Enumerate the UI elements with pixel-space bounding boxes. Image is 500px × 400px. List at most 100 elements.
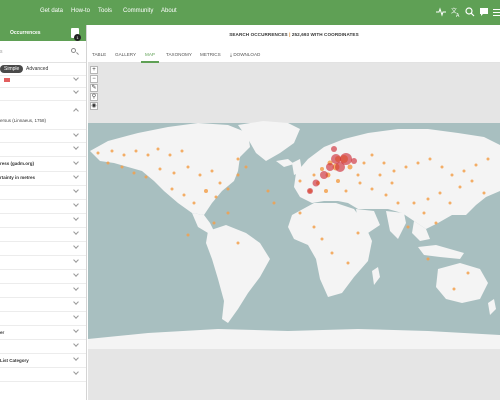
draw-tool-button[interactable]: ✎ bbox=[90, 84, 98, 92]
occurrence-dot[interactable] bbox=[378, 173, 382, 177]
occurrence-dot[interactable] bbox=[244, 165, 248, 169]
advanced-toggle[interactable]: Advanced bbox=[22, 65, 52, 73]
occurrence-dot[interactable] bbox=[448, 201, 452, 205]
occurrence-dot[interactable] bbox=[404, 165, 408, 169]
taxon-filter-value[interactable]: ersus (Linnaeus, 1758) bbox=[0, 118, 46, 123]
occurrence-dot[interactable] bbox=[470, 179, 474, 183]
occurrence-dot[interactable] bbox=[426, 197, 430, 201]
occurrence-dot[interactable] bbox=[134, 149, 138, 153]
filter-other-label[interactable]: er bbox=[0, 330, 4, 335]
tab-metrics[interactable]: METRICS bbox=[200, 52, 221, 57]
occurrence-dense-dot[interactable] bbox=[331, 146, 337, 152]
occurrence-dot[interactable] bbox=[396, 201, 400, 205]
zoom-out-button[interactable]: − bbox=[90, 75, 98, 83]
occurrence-dot[interactable] bbox=[144, 175, 148, 179]
locate-button[interactable]: ◉ bbox=[90, 102, 98, 110]
occurrence-dot[interactable] bbox=[236, 157, 240, 161]
search-icon[interactable] bbox=[71, 48, 76, 53]
occurrence-dot[interactable] bbox=[110, 149, 114, 153]
chevron-down-icon[interactable] bbox=[73, 243, 79, 249]
occurrence-dot[interactable] bbox=[214, 195, 218, 199]
occurrence-dot[interactable] bbox=[358, 181, 362, 185]
chevron-down-icon[interactable] bbox=[73, 257, 79, 263]
occurrence-dot[interactable] bbox=[170, 187, 174, 191]
occurrence-dot[interactable] bbox=[168, 153, 172, 157]
chevron-down-icon[interactable] bbox=[73, 131, 79, 137]
zoom-in-button[interactable]: + bbox=[90, 66, 98, 74]
occurrence-dot[interactable] bbox=[344, 189, 348, 193]
occurrence-dot[interactable] bbox=[156, 147, 160, 151]
occurrence-dot[interactable] bbox=[218, 181, 222, 185]
occurrence-dot[interactable] bbox=[347, 164, 353, 170]
occurrence-dot[interactable] bbox=[356, 173, 360, 177]
chevron-down-icon[interactable] bbox=[73, 369, 79, 375]
nav-about[interactable]: About bbox=[161, 8, 177, 14]
occurrence-dot[interactable] bbox=[320, 167, 324, 171]
occurrence-dot[interactable] bbox=[362, 161, 366, 165]
occurrence-dot[interactable] bbox=[146, 153, 150, 157]
occurrence-dot[interactable] bbox=[330, 251, 334, 255]
occurrence-dot[interactable] bbox=[434, 221, 438, 225]
occurrence-dense-dot[interactable] bbox=[326, 163, 334, 171]
occurrence-dense-dot[interactable] bbox=[320, 171, 328, 179]
occurrence-dot[interactable] bbox=[324, 189, 328, 193]
translate-icon[interactable]: 文A bbox=[450, 6, 462, 19]
occurrence-dot[interactable] bbox=[392, 169, 396, 173]
tab-table[interactable]: TABLE bbox=[92, 52, 106, 57]
occurrence-dot[interactable] bbox=[390, 181, 394, 185]
chevron-down-icon[interactable] bbox=[73, 313, 79, 319]
occurrence-dot[interactable] bbox=[458, 185, 462, 189]
occurrence-dot[interactable] bbox=[406, 225, 410, 229]
chevron-down-icon[interactable] bbox=[73, 327, 79, 333]
filter-gadm-label[interactable]: ress (gadm.org) bbox=[0, 161, 34, 166]
tab-download[interactable]: ⤓ DOWNLOAD bbox=[230, 52, 260, 57]
occurrence-dot[interactable] bbox=[452, 287, 456, 291]
occurrence-dot[interactable] bbox=[370, 187, 374, 191]
occurrence-dot[interactable] bbox=[122, 153, 126, 157]
occurrence-dot[interactable] bbox=[412, 201, 416, 205]
chevron-down-icon[interactable] bbox=[73, 229, 79, 235]
tab-map[interactable]: MAP bbox=[145, 52, 155, 57]
occurrence-dot[interactable] bbox=[336, 179, 340, 183]
occurrence-dot[interactable] bbox=[266, 189, 270, 193]
occurrence-dot[interactable] bbox=[384, 193, 388, 197]
occurrence-dot[interactable] bbox=[198, 173, 202, 177]
occurrence-dot[interactable] bbox=[450, 173, 454, 177]
occurrence-dot[interactable] bbox=[182, 193, 186, 197]
occurrence-dot[interactable] bbox=[474, 163, 478, 167]
occurrence-dot[interactable] bbox=[132, 171, 136, 175]
filter-uncertainty-label[interactable]: rtainty in metres bbox=[0, 175, 35, 180]
chevron-down-icon[interactable] bbox=[73, 299, 79, 305]
search-icon[interactable] bbox=[464, 6, 476, 18]
occurrence-dense-dot[interactable] bbox=[312, 179, 320, 187]
occurrence-dot[interactable] bbox=[370, 153, 374, 157]
occurrence-dot[interactable] bbox=[416, 161, 420, 165]
occurrence-dot[interactable] bbox=[192, 201, 196, 205]
chevron-down-icon[interactable] bbox=[73, 285, 79, 291]
occurrence-dot[interactable] bbox=[158, 167, 162, 171]
occurrence-dot[interactable] bbox=[298, 179, 302, 183]
occurrence-dense-dot[interactable] bbox=[335, 162, 345, 172]
occurrence-dot[interactable] bbox=[382, 161, 386, 165]
occurrence-dot[interactable] bbox=[440, 165, 444, 169]
occurrence-dense-dot[interactable] bbox=[351, 158, 357, 164]
occurrence-dot[interactable] bbox=[272, 201, 276, 205]
occurrence-dot[interactable] bbox=[312, 225, 316, 229]
chevron-down-icon[interactable] bbox=[73, 187, 79, 193]
occurrence-dot[interactable] bbox=[320, 237, 324, 241]
chevron-down-icon[interactable] bbox=[73, 201, 79, 207]
occurrence-dot[interactable] bbox=[298, 211, 302, 215]
occurrence-dot[interactable] bbox=[226, 211, 230, 215]
occurrence-map[interactable]: + − ✎ ⚲ ◉ bbox=[88, 63, 500, 400]
world-map-svg[interactable] bbox=[88, 63, 500, 400]
occurrence-dot[interactable] bbox=[186, 233, 190, 237]
chevron-down-icon[interactable] bbox=[73, 159, 79, 165]
feedback-icon[interactable] bbox=[478, 6, 490, 18]
projection-button[interactable]: ⚲ bbox=[90, 93, 98, 101]
activity-icon[interactable] bbox=[435, 6, 447, 18]
occurrence-dot[interactable] bbox=[438, 191, 442, 195]
occurrence-dot[interactable] bbox=[486, 157, 490, 161]
occurrence-dot[interactable] bbox=[172, 171, 176, 175]
chevron-down-icon[interactable] bbox=[73, 271, 79, 277]
chevron-up-icon[interactable] bbox=[73, 108, 79, 114]
